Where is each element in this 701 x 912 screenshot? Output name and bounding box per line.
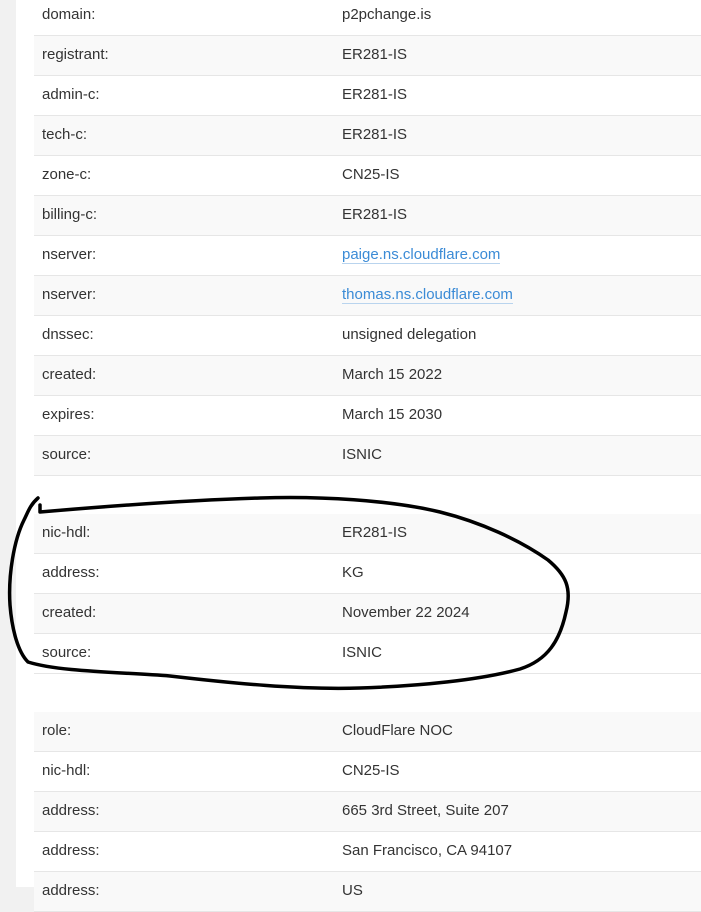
field-value: unsigned delegation: [342, 326, 477, 343]
nameserver-link[interactable]: paige.ns.cloudflare.com: [342, 246, 501, 264]
row-address: address: KG: [34, 554, 701, 594]
row-dnssec: dnssec: unsigned delegation: [34, 316, 701, 356]
field-value: November 22 2024: [342, 604, 470, 621]
field-value: ER281-IS: [342, 46, 408, 63]
field-label: source:: [42, 644, 92, 661]
row-domain: domain: p2pchange.is: [34, 0, 701, 36]
field-label: tech-c:: [42, 126, 88, 143]
field-label: dnssec:: [42, 326, 94, 343]
row-role: role: CloudFlare NOC: [34, 712, 701, 752]
field-label: nserver:: [42, 246, 97, 263]
row-registrant: registrant: ER281-IS: [34, 36, 701, 76]
field-label: address:: [42, 564, 100, 581]
field-value-wrapper: thomas.ns.cloudflare.com: [342, 276, 513, 314]
field-value: CN25-IS: [342, 166, 400, 183]
field-label: created:: [42, 604, 97, 621]
field-value: ER281-IS: [342, 86, 408, 103]
row-created: created: November 22 2024: [34, 594, 701, 634]
field-value: San Francisco, CA 94107: [342, 842, 513, 859]
field-label: role:: [42, 722, 72, 739]
field-label: created:: [42, 366, 97, 383]
row-nserver-1: nserver: paige.ns.cloudflare.com: [34, 236, 701, 276]
row-nic-hdl: nic-hdl: ER281-IS: [34, 514, 701, 554]
field-value: KG: [342, 564, 364, 581]
row-billing-c: billing-c: ER281-IS: [34, 196, 701, 236]
field-label: billing-c:: [42, 206, 98, 223]
field-label: domain:: [42, 6, 96, 23]
row-nserver-2: nserver: thomas.ns.cloudflare.com: [34, 276, 701, 316]
row-tech-c: tech-c: ER281-IS: [34, 116, 701, 156]
row-expires: expires: March 15 2030: [34, 396, 701, 436]
contact-record-table: nic-hdl: ER281-IS address: KG created: N…: [34, 514, 701, 674]
field-value: 665 3rd Street, Suite 207: [342, 802, 509, 819]
field-label: expires:: [42, 406, 95, 423]
row-zone-c: zone-c: CN25-IS: [34, 156, 701, 196]
row-address: address: US: [34, 872, 701, 912]
field-value: March 15 2030: [342, 406, 443, 423]
field-value: March 15 2022: [342, 366, 443, 383]
field-label: source:: [42, 446, 92, 463]
field-label: address:: [42, 882, 100, 899]
field-value: ER281-IS: [342, 126, 408, 143]
field-label: address:: [42, 802, 100, 819]
row-address: address: 665 3rd Street, Suite 207: [34, 792, 701, 832]
field-value: US: [342, 882, 363, 899]
field-value-wrapper: paige.ns.cloudflare.com: [342, 236, 501, 274]
field-label: registrant:: [42, 46, 109, 63]
role-record-table: role: CloudFlare NOC nic-hdl: CN25-IS ad…: [34, 712, 701, 912]
row-nic-hdl: nic-hdl: CN25-IS: [34, 752, 701, 792]
field-label: nic-hdl:: [42, 762, 91, 779]
field-value: p2pchange.is: [342, 6, 432, 23]
field-label: admin-c:: [42, 86, 100, 103]
field-value: CN25-IS: [342, 762, 400, 779]
row-created: created: March 15 2022: [34, 356, 701, 396]
row-source: source: ISNIC: [34, 634, 701, 674]
field-label: nserver:: [42, 286, 97, 303]
field-value: CloudFlare NOC: [342, 722, 453, 739]
field-value: ER281-IS: [342, 524, 408, 541]
nameserver-link[interactable]: thomas.ns.cloudflare.com: [342, 286, 513, 304]
field-label: nic-hdl:: [42, 524, 91, 541]
field-value: ER281-IS: [342, 206, 408, 223]
field-value: ISNIC: [342, 644, 383, 661]
row-source: source: ISNIC: [34, 436, 701, 476]
field-label: zone-c:: [42, 166, 92, 183]
row-address: address: San Francisco, CA 94107: [34, 832, 701, 872]
row-admin-c: admin-c: ER281-IS: [34, 76, 701, 116]
domain-record-table: domain: p2pchange.is registrant: ER281-I…: [34, 0, 701, 476]
field-label: address:: [42, 842, 100, 859]
field-value: ISNIC: [342, 446, 383, 463]
